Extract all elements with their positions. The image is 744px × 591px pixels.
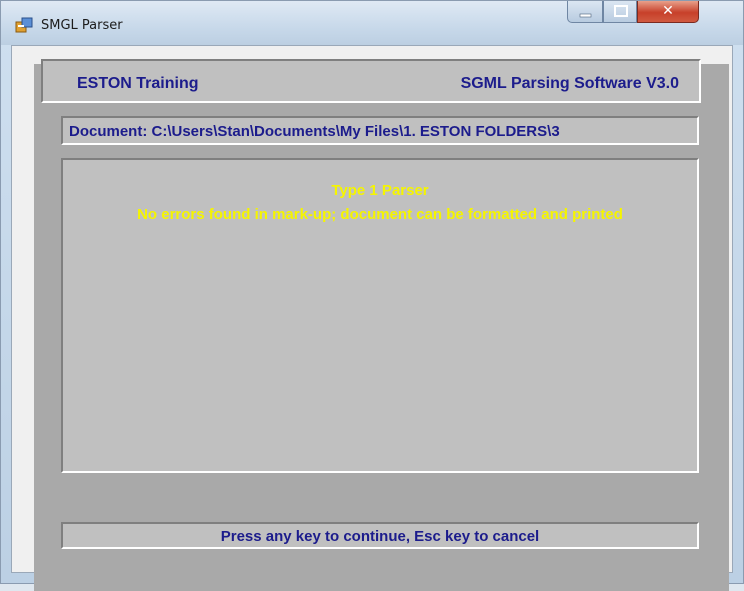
minimize-icon xyxy=(579,13,592,18)
parser-type-text: Type 1 Parser xyxy=(331,182,429,199)
window-title: SMGL Parser xyxy=(41,18,123,33)
close-icon: ✕ xyxy=(662,3,674,19)
minimize-button[interactable] xyxy=(567,1,603,23)
header-bar: ESTON Training SGML Parsing Software V3.… xyxy=(41,59,701,103)
maximize-icon xyxy=(614,5,628,17)
document-path-text: Document: C:\Users\Stan\Documents\My Fil… xyxy=(69,123,560,140)
document-path-field: Document: C:\Users\Stan\Documents\My Fil… xyxy=(61,116,699,145)
parser-output-area: Type 1 Parser No errors found in mark-up… xyxy=(61,158,699,473)
app-icon xyxy=(15,17,33,33)
close-button[interactable]: ✕ xyxy=(637,1,699,23)
company-label: ESTON Training xyxy=(77,75,199,92)
parser-window: SMGL Parser ✕ ESTON Training SGML Parsin… xyxy=(0,0,744,591)
maximize-button[interactable] xyxy=(603,1,637,23)
status-bar: Press any key to continue, Esc key to ca… xyxy=(61,522,699,549)
title-bar[interactable]: SMGL Parser ✕ xyxy=(1,1,743,45)
parser-result-text: No errors found in mark-up; document can… xyxy=(137,206,623,223)
status-text: Press any key to continue, Esc key to ca… xyxy=(220,528,540,545)
software-version-label: SGML Parsing Software V3.0 xyxy=(460,75,679,92)
